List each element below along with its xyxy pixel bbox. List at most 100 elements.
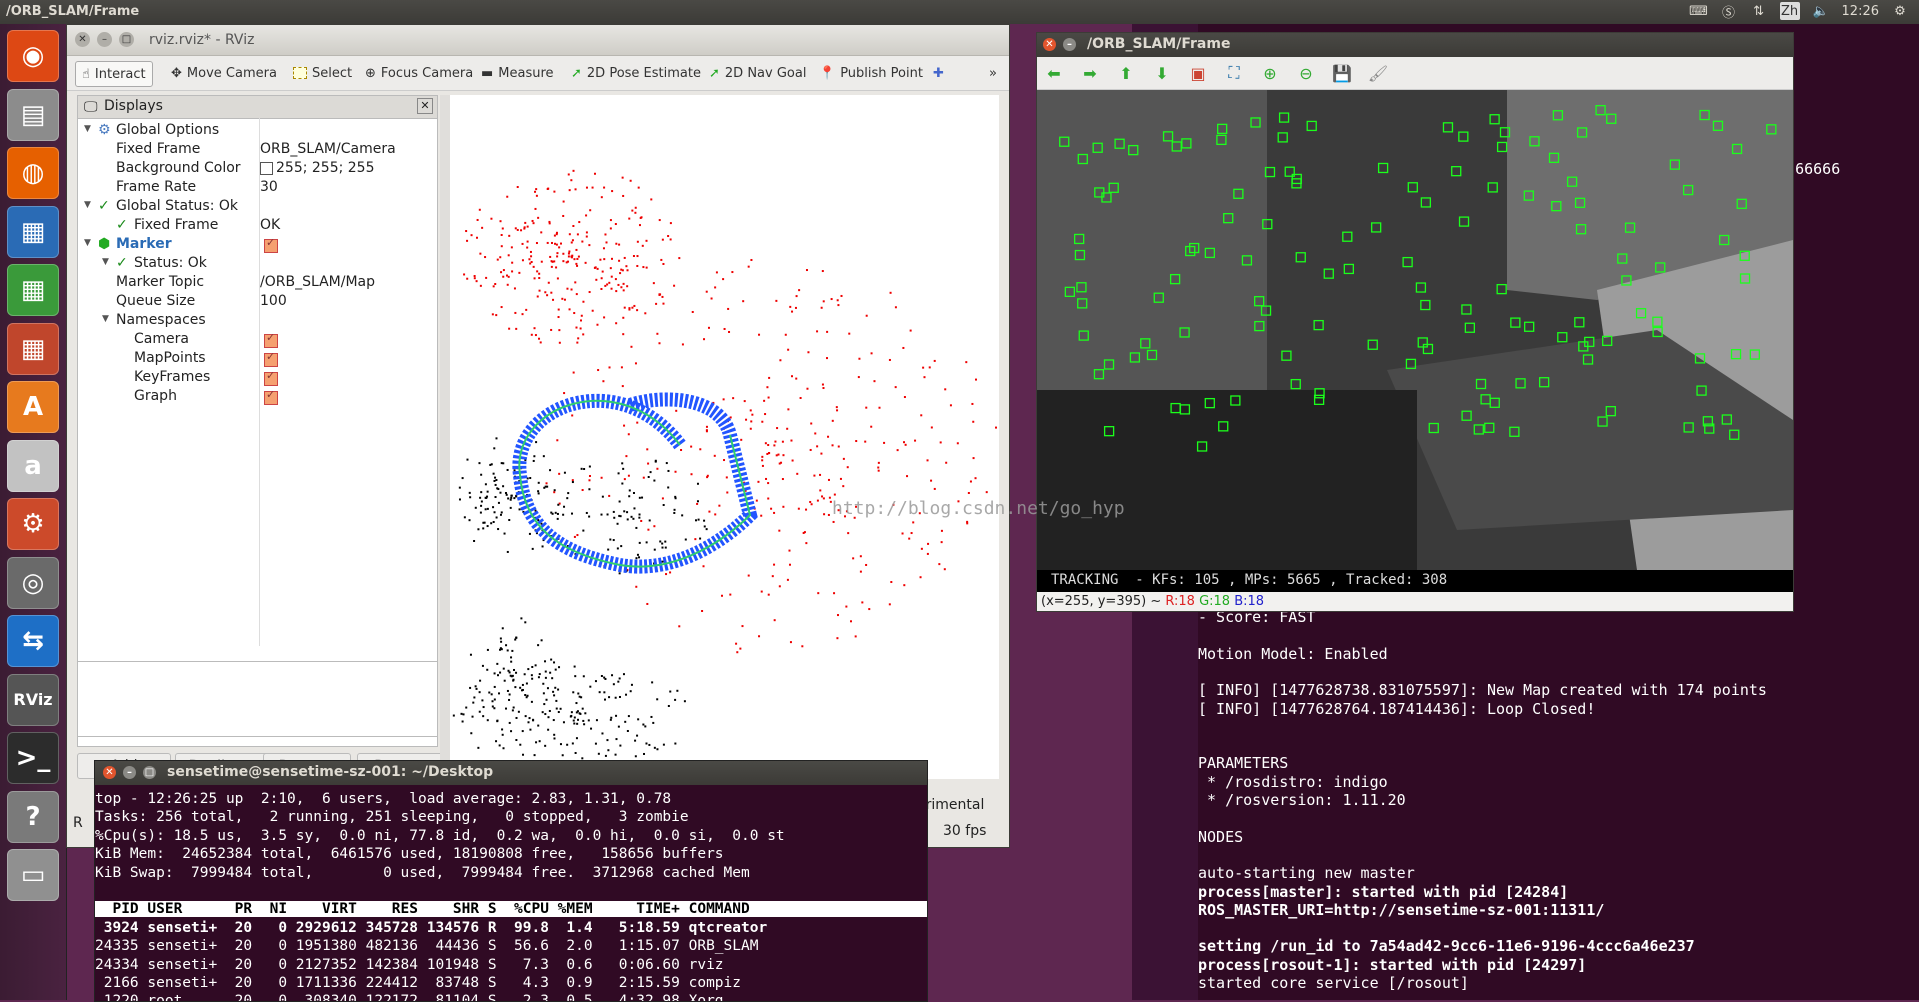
arrow-left-icon[interactable]: ⬅ bbox=[1043, 63, 1065, 83]
color-swatch[interactable] bbox=[260, 161, 273, 175]
expand-arrow-icon[interactable]: ▼ bbox=[84, 238, 91, 248]
toolbar-overflow-icon[interactable]: » bbox=[983, 61, 1003, 85]
camera-frame-view[interactable] bbox=[1037, 90, 1793, 570]
tree-row[interactable]: Queue Size 100 bbox=[78, 293, 436, 312]
rviz-window[interactable]: ✕ – □ rviz.rviz* - RViz ☝ Interact ✥ Move … bbox=[66, 24, 1010, 848]
zoom-fit-icon[interactable]: ⛶ bbox=[1223, 63, 1245, 83]
brush-icon[interactable]: 🖌 bbox=[1367, 63, 1389, 83]
launcher-ubuntu-dash-icon[interactable]: ◉ bbox=[7, 30, 59, 82]
minimize-icon[interactable]: – bbox=[123, 766, 136, 779]
tree-row[interactable]: Frame Rate 30 bbox=[78, 179, 436, 198]
tree-row[interactable]: Fixed Frame ORB_SLAM/Camera bbox=[78, 141, 436, 160]
measure-tool-button[interactable]: ▬ Measure bbox=[475, 61, 560, 85]
expand-arrow-icon[interactable]: ▼ bbox=[84, 124, 91, 134]
clock[interactable]: 12:26 bbox=[1842, 4, 1879, 19]
launcher-impress-icon[interactable]: ▦ bbox=[7, 322, 59, 375]
save-icon[interactable]: 💾 bbox=[1331, 63, 1353, 83]
map-point bbox=[618, 695, 621, 698]
gear-icon[interactable]: ⚙ bbox=[1891, 2, 1909, 20]
launcher-rviz-icon[interactable]: RViz bbox=[7, 673, 59, 726]
enable-checkbox[interactable]: ✓ bbox=[264, 369, 278, 386]
close-icon[interactable]: ✕ bbox=[103, 766, 116, 779]
minimize-icon[interactable]: – bbox=[1063, 38, 1076, 51]
tree-value-cell[interactable]: 30 bbox=[260, 179, 278, 195]
tree-row[interactable]: ✓ Fixed Frame OK bbox=[78, 217, 436, 236]
tree-row[interactable]: ▼ ⚙ Global Options bbox=[78, 122, 436, 141]
arrow-down-icon[interactable]: ⬇ bbox=[1151, 63, 1173, 83]
move-camera-tool-button[interactable]: ✥ Move Camera bbox=[165, 61, 283, 85]
maximize-icon[interactable]: □ bbox=[143, 766, 156, 779]
tree-value-cell[interactable]: /ORB_SLAM/Map bbox=[260, 274, 375, 290]
minimize-icon[interactable]: – bbox=[97, 32, 112, 47]
expand-arrow-icon[interactable]: ▼ bbox=[102, 314, 109, 324]
launcher-settings-icon[interactable]: ⚙ bbox=[7, 498, 59, 550]
map-point bbox=[482, 521, 485, 524]
expand-arrow-icon[interactable]: ▼ bbox=[84, 200, 91, 210]
close-icon[interactable]: ✕ bbox=[1043, 38, 1056, 51]
publish-point-tool-button[interactable]: 📍 Publish Point bbox=[813, 61, 929, 85]
pose-estimate-tool-button[interactable]: ➚ 2D Pose Estimate bbox=[565, 61, 707, 85]
tree-row[interactable]: Camera ✓ bbox=[78, 331, 436, 350]
tree-row[interactable]: ▼ Namespaces bbox=[78, 312, 436, 331]
frame-window[interactable]: ✕ – /ORB_SLAM/Frame ⬅ ➡ ⬆ ⬇ ▣ ⛶ ⊕ ⊖ 💾 🖌 … bbox=[1036, 32, 1794, 612]
launcher-drive-icon[interactable]: ▭ bbox=[7, 849, 59, 901]
map-point bbox=[623, 424, 626, 427]
enable-checkbox[interactable]: ✓ bbox=[264, 236, 278, 253]
maximize-icon[interactable]: □ bbox=[119, 32, 134, 47]
tree-row[interactable]: ▼ ⬢ Marker ✓ bbox=[78, 236, 436, 255]
network-icon[interactable]: ⇅ bbox=[1750, 2, 1768, 20]
input-method-indicator[interactable]: Zh bbox=[1779, 2, 1800, 20]
tree-row[interactable]: KeyFrames ✓ bbox=[78, 369, 436, 388]
map-point bbox=[974, 477, 977, 480]
volume-icon[interactable]: 🔈 bbox=[1812, 2, 1830, 20]
launcher-software-center-icon[interactable]: A bbox=[7, 381, 59, 433]
tree-row[interactable]: ▼ ✓ Status: Ok bbox=[78, 255, 436, 274]
tree-row[interactable]: ▼ ✓ Global Status: Ok bbox=[78, 198, 436, 217]
focus-camera-tool-button[interactable]: ⊕ Focus Camera bbox=[359, 61, 479, 85]
skype-icon[interactable]: Ⓢ bbox=[1720, 2, 1738, 21]
tree-row[interactable]: Graph ✓ bbox=[78, 388, 436, 407]
arrow-right-icon[interactable]: ➡ bbox=[1079, 63, 1101, 83]
select-tool-button[interactable]: Select bbox=[287, 61, 358, 85]
top-terminal-window[interactable]: ✕ – □ sensetime@sensetime-sz-001: ~/Desk… bbox=[94, 760, 928, 1002]
launcher-teamviewer-icon[interactable]: ⇆ bbox=[7, 615, 59, 667]
tree-value-cell[interactable]: OK bbox=[260, 217, 280, 233]
interact-tool-button[interactable]: ☝ Interact bbox=[75, 61, 153, 87]
close-icon[interactable]: ✕ bbox=[75, 32, 90, 47]
3d-viewport[interactable] bbox=[443, 95, 999, 779]
launcher-terminal-icon[interactable]: >_ bbox=[7, 732, 59, 784]
launcher-eye-icon[interactable]: ◎ bbox=[7, 556, 59, 609]
add-tool-button[interactable]: ✚ bbox=[927, 61, 950, 85]
tree-value-cell[interactable]: 255; 255; 255 bbox=[260, 160, 375, 176]
launcher-writer-icon[interactable]: ▦ bbox=[7, 205, 59, 258]
tree-row[interactable]: MapPoints ✓ bbox=[78, 350, 436, 369]
zoom-out-icon[interactable]: ⊖ bbox=[1295, 63, 1317, 83]
enable-checkbox[interactable]: ✓ bbox=[264, 388, 278, 405]
launcher-firefox-icon[interactable]: ◍ bbox=[7, 147, 59, 199]
launcher-calc-icon[interactable]: ▦ bbox=[7, 264, 59, 316]
nav-goal-tool-button[interactable]: ➚ 2D Nav Goal bbox=[703, 61, 812, 85]
map-point bbox=[479, 252, 482, 255]
tree-value-cell[interactable]: ORB_SLAM/Camera bbox=[260, 141, 396, 157]
arrow-up-icon[interactable]: ⬆ bbox=[1115, 63, 1137, 83]
keyboard-icon[interactable]: ⌨ bbox=[1689, 2, 1708, 20]
launcher-help-icon[interactable]: ? bbox=[7, 790, 59, 843]
tree-row[interactable]: Background Color 255; 255; 255 bbox=[78, 160, 436, 179]
tree-row[interactable]: Marker Topic/ORB_SLAM/Map bbox=[78, 274, 436, 293]
enable-checkbox[interactable]: ✓ bbox=[264, 350, 278, 367]
terminal-title-bar[interactable]: ✕ – □ sensetime@sensetime-sz-001: ~/Desk… bbox=[95, 761, 927, 785]
terminal-output[interactable]: top - 12:26:25 up 2:10, 6 users, load av… bbox=[95, 785, 927, 1001]
image-icon[interactable]: ▣ bbox=[1187, 63, 1209, 83]
map-point bbox=[461, 477, 464, 480]
expand-arrow-icon[interactable]: ▼ bbox=[102, 257, 109, 267]
rviz-title-bar[interactable]: ✕ – □ rviz.rviz* - RViz bbox=[67, 25, 1009, 56]
map-point bbox=[561, 297, 564, 300]
launcher-files-icon[interactable]: ▤ bbox=[7, 88, 59, 141]
splitter-handle[interactable] bbox=[440, 95, 450, 779]
zoom-in-icon[interactable]: ⊕ bbox=[1259, 63, 1281, 83]
enable-checkbox[interactable]: ✓ bbox=[264, 331, 278, 348]
tree-value-cell[interactable]: 100 bbox=[260, 293, 287, 309]
close-icon[interactable]: ✕ bbox=[417, 98, 433, 114]
frame-title-bar[interactable]: ✕ – /ORB_SLAM/Frame bbox=[1037, 33, 1793, 57]
launcher-amazon-icon[interactable]: a bbox=[7, 439, 59, 492]
